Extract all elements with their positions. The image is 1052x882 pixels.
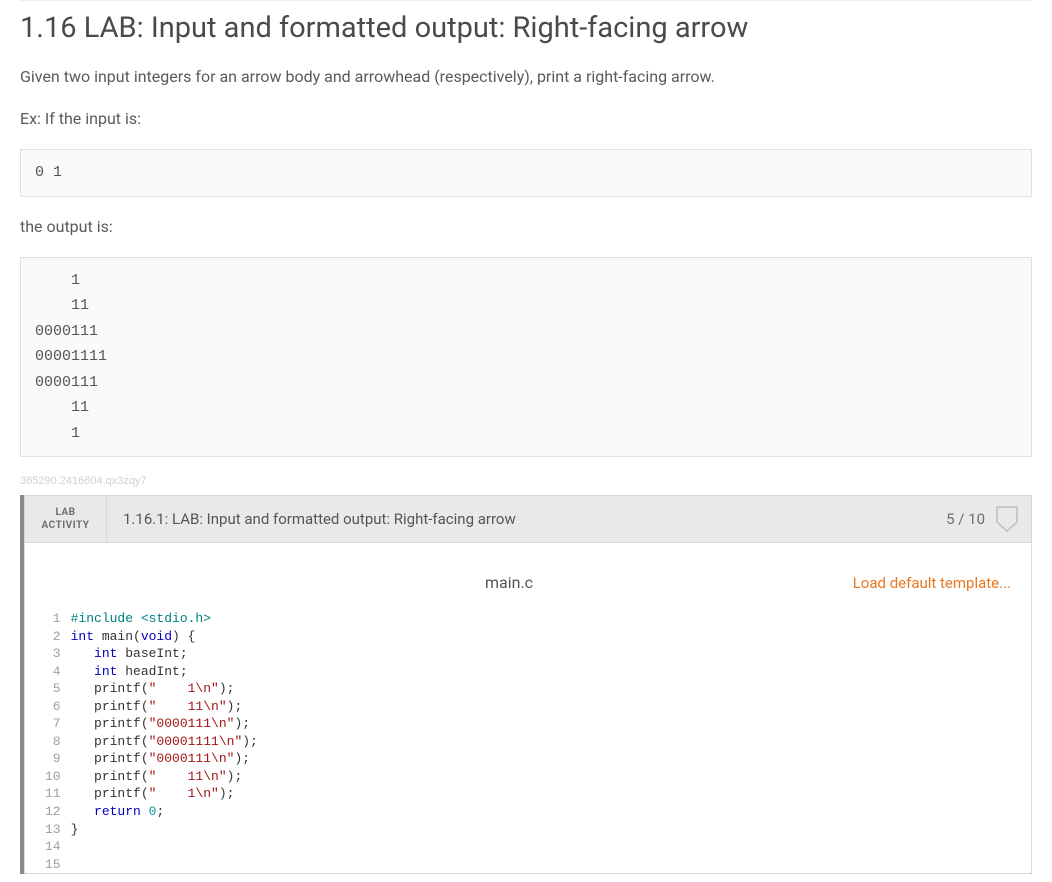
code-editor[interactable]: 1 2 3 4 5 6 7 8 9 10 11 12 13 14 15 #inc… — [45, 610, 1011, 873]
example-output-label: the output is: — [20, 215, 1032, 239]
lab-score: 5 / 10 — [934, 496, 1031, 542]
code-toolbar: main.c Load default template... — [45, 563, 1011, 610]
lab-activity-tag: LAB ACTIVITY — [25, 496, 107, 542]
filename-label: main.c — [485, 573, 533, 592]
lab-activity-title: 1.16.1: LAB: Input and formatted output:… — [107, 496, 934, 542]
lab-tag-line2: ACTIVITY — [42, 519, 90, 532]
lab-score-value: 5 / 10 — [946, 510, 985, 528]
example-output-block: 1 11 0000111 00001111 0000111 11 1 — [20, 257, 1032, 458]
lab-activity-panel: LAB ACTIVITY 1.16.1: LAB: Input and form… — [20, 495, 1032, 874]
example-input-label: Ex: If the input is: — [20, 107, 1032, 131]
line-number-gutter: 1 2 3 4 5 6 7 8 9 10 11 12 13 14 15 — [45, 610, 71, 873]
watermark-text: 365290.2416604.qx3zqy7 — [20, 475, 1032, 487]
example-input-block: 0 1 — [20, 149, 1032, 197]
lab-header: LAB ACTIVITY 1.16.1: LAB: Input and form… — [24, 495, 1032, 543]
page-title: 1.16 LAB: Input and formatted output: Ri… — [20, 0, 1032, 65]
code-content[interactable]: #include <stdio.h>int main(void) { int b… — [71, 610, 258, 873]
code-editor-area: main.c Load default template... 1 2 3 4 … — [24, 543, 1032, 874]
instruction-text: Given two input integers for an arrow bo… — [20, 65, 1032, 89]
shield-icon — [995, 504, 1019, 534]
load-template-link[interactable]: Load default template... — [853, 574, 1011, 592]
lab-tag-line1: LAB — [55, 506, 75, 519]
